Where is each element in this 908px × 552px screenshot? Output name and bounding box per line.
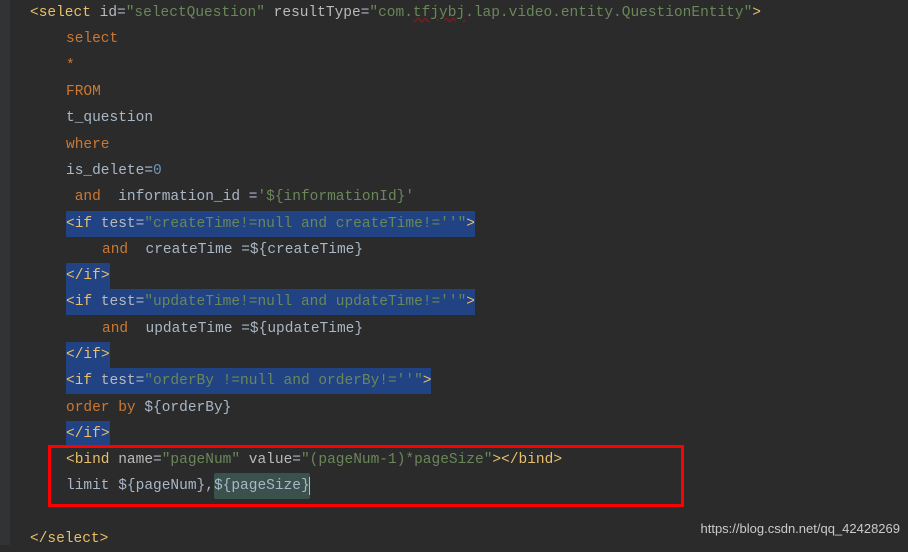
selection: ${pageSize} bbox=[214, 478, 310, 494]
tag-name: if bbox=[83, 347, 100, 363]
keyword: order by bbox=[66, 395, 144, 421]
keyword: select bbox=[66, 26, 118, 52]
attr-name: test bbox=[101, 216, 136, 232]
code-line[interactable]: select bbox=[10, 26, 908, 52]
attr-value: "com. bbox=[369, 0, 413, 26]
attr-value: "orderBy !=null and orderBy!=''" bbox=[144, 373, 422, 389]
identifier: information_id = bbox=[118, 184, 257, 210]
tag-name: select bbox=[39, 0, 91, 26]
code-line[interactable]: and information_id ='${informationId}' bbox=[10, 184, 908, 210]
keyword: and bbox=[102, 316, 146, 342]
tag-name: if bbox=[83, 268, 100, 284]
attr-value: "(pageNum-1)*pageSize" bbox=[301, 447, 492, 473]
identifier: limit ${pageNum} bbox=[66, 473, 205, 499]
tag-name: bind bbox=[75, 447, 110, 473]
string: '${informationId}' bbox=[257, 184, 414, 210]
code-line[interactable]: <if test="createTime!=null and createTim… bbox=[10, 210, 908, 236]
code-line[interactable]: order by ${orderBy} bbox=[10, 394, 908, 420]
code-line[interactable]: <select id="selectQuestion" resultType="… bbox=[10, 0, 908, 26]
attr-name: value bbox=[249, 447, 293, 473]
code-line[interactable]: and updateTime =${updateTime} bbox=[10, 316, 908, 342]
identifier: updateTime =${updateTime} bbox=[146, 316, 364, 342]
attr-name: resultType bbox=[274, 0, 361, 26]
caret bbox=[309, 477, 310, 495]
tag-name: bind bbox=[519, 447, 554, 473]
code-line[interactable]: where bbox=[10, 131, 908, 157]
code-line[interactable]: </if> bbox=[10, 342, 908, 368]
watermark: https://blog.csdn.net/qq_42428269 bbox=[701, 516, 901, 542]
attr-value: "updateTime!=null and updateTime!=''" bbox=[144, 294, 466, 310]
code-line[interactable]: <if test="updateTime!=null and updateTim… bbox=[10, 289, 908, 315]
attr-name: id bbox=[100, 0, 117, 26]
code-line[interactable]: t_question bbox=[10, 105, 908, 131]
code-line[interactable]: * bbox=[10, 53, 908, 79]
attr-value: "createTime!=null and createTime!=''" bbox=[144, 216, 466, 232]
code-line[interactable]: FROM bbox=[10, 79, 908, 105]
code-line[interactable]: is_delete=0 bbox=[10, 158, 908, 184]
code-line[interactable]: </if> bbox=[10, 421, 908, 447]
attr-name: name bbox=[118, 447, 153, 473]
identifier: ${orderBy} bbox=[144, 395, 231, 421]
code-editor[interactable]: <select id="selectQuestion" resultType="… bbox=[0, 0, 908, 552]
attr-value: "selectQuestion" bbox=[126, 0, 265, 26]
tag-name: if bbox=[75, 294, 92, 310]
attr-name: test bbox=[101, 294, 136, 310]
keyword: FROM bbox=[66, 79, 101, 105]
code-line[interactable]: </if> bbox=[10, 263, 908, 289]
keyword: and bbox=[66, 184, 118, 210]
tag-name: if bbox=[83, 426, 100, 442]
tag-name: if bbox=[75, 373, 92, 389]
attr-value: "pageNum" bbox=[162, 447, 240, 473]
code-line[interactable]: and createTime =${createTime} bbox=[10, 237, 908, 263]
identifier: is_delete= bbox=[66, 158, 153, 184]
number: 0 bbox=[153, 158, 162, 184]
code-line[interactable]: <bind name="pageNum" value="(pageNum-1)*… bbox=[10, 447, 908, 473]
attr-value-underline: tfjybj bbox=[413, 0, 465, 26]
tag-name: if bbox=[75, 216, 92, 232]
keyword: and bbox=[102, 237, 146, 263]
attr-name: test bbox=[101, 373, 136, 389]
code-line[interactable]: <if test="orderBy !=null and orderBy!=''… bbox=[10, 368, 908, 394]
keyword: where bbox=[66, 132, 110, 158]
keyword: * bbox=[66, 53, 75, 79]
code-line[interactable]: limit ${pageNum},${pageSize} bbox=[10, 473, 908, 499]
identifier: createTime =${createTime} bbox=[146, 237, 364, 263]
tag-name: select bbox=[47, 526, 99, 552]
identifier: t_question bbox=[66, 105, 153, 131]
tag-bracket: < bbox=[30, 0, 39, 26]
